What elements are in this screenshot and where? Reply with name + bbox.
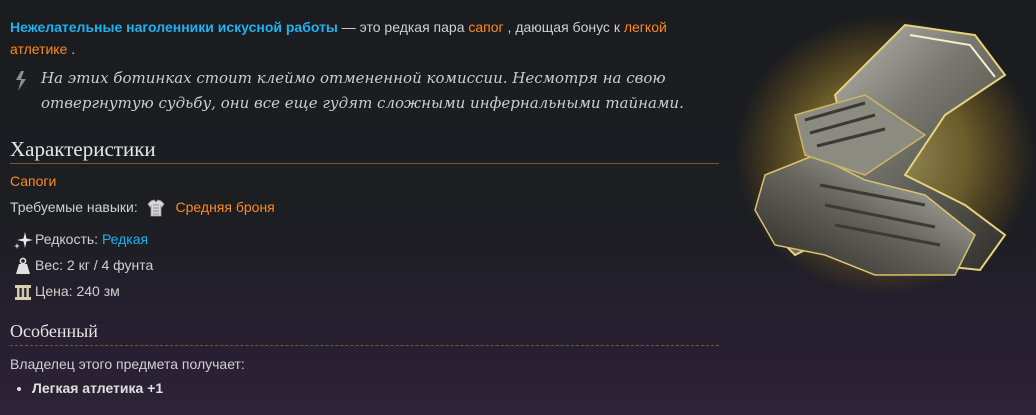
boots-image bbox=[735, 15, 1035, 295]
weight-row: Вес: 2 кг / 4 фунта bbox=[13, 255, 153, 275]
rarity-label: Редкость: bbox=[35, 231, 99, 247]
medium-armor-link[interactable]: Средняя броня bbox=[176, 199, 275, 215]
quote-text: На этих ботинках стоит клеймо отмененной… bbox=[41, 69, 684, 112]
rarity-row: Редкость: Редкая bbox=[13, 229, 148, 250]
medium-armor-icon bbox=[147, 199, 165, 217]
intro-text-2: , дающая бонус к bbox=[503, 19, 624, 35]
required-skills: Требуемые навыки: Средняя броня bbox=[10, 197, 275, 217]
skills-label: Требуемые навыки: bbox=[10, 199, 138, 215]
intro-text-1: — это редкая пара bbox=[337, 19, 469, 35]
boots-link[interactable]: сапог bbox=[468, 19, 503, 35]
special-divider bbox=[10, 345, 719, 346]
heading-divider bbox=[10, 163, 719, 164]
rarity-value-link[interactable]: Редкая bbox=[102, 231, 148, 247]
weight-text: Вес: 2 кг / 4 фунта bbox=[35, 257, 154, 273]
sparkle-icon bbox=[14, 232, 33, 250]
bonus-item: Легкая атлетика +1 bbox=[32, 378, 163, 398]
weight-icon bbox=[16, 257, 30, 275]
item-description: Нежелательные наголенники искусной работ… bbox=[10, 16, 710, 60]
price-text: Цена: 240 зм bbox=[35, 283, 120, 299]
bonus-list: Легкая атлетика +1 bbox=[10, 378, 163, 398]
quote-mark-icon bbox=[16, 71, 26, 91]
owner-bonus-text: Владелец этого предмета получает: bbox=[10, 356, 245, 372]
price-row: Цена: 240 зм bbox=[13, 281, 120, 301]
item-name: Нежелательные наголенники искусной работ… bbox=[10, 19, 338, 35]
intro-text-3: . bbox=[67, 41, 76, 57]
special-heading: Особенный bbox=[10, 321, 98, 341]
item-type-link[interactable]: Сапоги bbox=[10, 173, 56, 189]
characteristics-heading: Характеристики bbox=[10, 137, 156, 161]
coin-stack-icon bbox=[15, 285, 31, 301]
